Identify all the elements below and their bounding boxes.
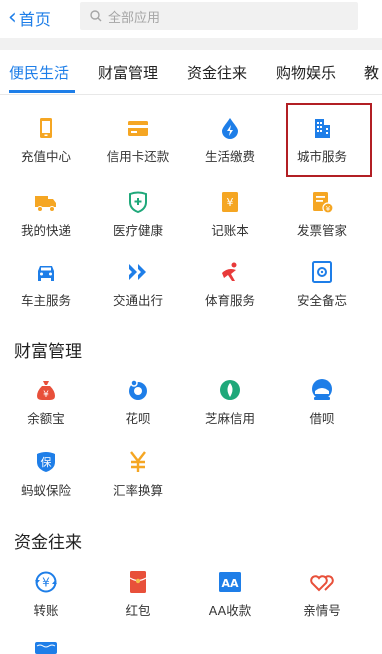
- grid-item-utilities[interactable]: 生活缴费: [184, 116, 276, 176]
- health-shield-icon: [129, 191, 147, 214]
- item-label: 借呗: [309, 411, 335, 426]
- tab-convenience[interactable]: 便民生活: [9, 62, 69, 83]
- credit-card-icon: [128, 121, 148, 136]
- item-label: 余额宝: [27, 411, 65, 426]
- item-label: 充值中心: [20, 149, 71, 164]
- grid-item-red-envelope[interactable]: 红包: [92, 570, 184, 630]
- grid-item-car-service[interactable]: 车主服务: [0, 260, 92, 320]
- grid-item-delivery[interactable]: 我的快递: [0, 190, 92, 250]
- item-label: 转账: [33, 603, 59, 618]
- svg-text:¥: ¥: [43, 390, 49, 400]
- grid-item-aa-collect[interactable]: AA AA收款: [184, 570, 276, 630]
- grid-item-exchange[interactable]: 汇率换算: [92, 450, 184, 510]
- invoice-icon: ¥: [313, 192, 334, 214]
- item-label: 芝麻信用: [204, 411, 255, 426]
- active-tab-indicator: [9, 90, 75, 93]
- item-label: 红包: [125, 603, 151, 618]
- water-drop-bolt-icon: [222, 118, 238, 139]
- chevron-left-icon: ‹: [8, 5, 17, 30]
- transfer-yen-icon: ¥: [35, 571, 57, 593]
- red-envelope-icon: [129, 571, 147, 593]
- svg-text:保: 保: [41, 455, 52, 469]
- huabei-icon: [129, 379, 147, 400]
- item-label: 安全备忘: [296, 293, 347, 308]
- grid-item-yuebao[interactable]: ¥ 余额宝: [0, 378, 92, 438]
- yen-exchange-icon: [130, 451, 146, 472]
- grid-item-sesame[interactable]: 芝麻信用: [184, 378, 276, 438]
- svg-text:¥: ¥: [42, 576, 50, 590]
- search-icon: [90, 10, 102, 22]
- item-label: 信用卡还款: [106, 149, 170, 164]
- money-bag-icon: ¥: [37, 381, 55, 400]
- search-input[interactable]: 全部应用: [80, 2, 358, 30]
- car-icon: [38, 266, 54, 281]
- family-hearts-icon: [310, 575, 334, 592]
- jiebei-icon: [312, 379, 332, 400]
- item-label: 生活缴费: [204, 149, 255, 164]
- category-tabs: 便民生活 财富管理 资金往来 购物娱乐 教: [0, 50, 382, 95]
- grid-item-transfer[interactable]: ¥ 转账: [0, 570, 92, 630]
- tab-wealth[interactable]: 财富管理: [98, 62, 158, 83]
- section-title-wealth: 财富管理: [14, 342, 82, 362]
- tab-shopping[interactable]: 购物娱乐: [276, 62, 336, 83]
- grid-item-recharge[interactable]: 充值中心: [0, 116, 92, 176]
- phone-recharge-icon: [40, 118, 52, 138]
- grid-item-huabei[interactable]: 花呗: [92, 378, 184, 438]
- grid-item-credit-card[interactable]: 信用卡还款: [92, 116, 184, 176]
- grid-item-ledger[interactable]: ¥ 记账本: [184, 190, 276, 250]
- sports-runner-icon: [222, 262, 237, 281]
- grid-item-transport[interactable]: 交通出行: [92, 260, 184, 320]
- ledger-book-icon: ¥: [222, 192, 238, 212]
- aa-collect-icon: AA: [219, 572, 241, 592]
- item-label: 亲情号: [303, 603, 341, 618]
- svg-text:AA: AA: [221, 577, 239, 590]
- double-chevron-icon: [129, 264, 146, 280]
- truck-icon: [35, 196, 56, 212]
- back-button[interactable]: ‹ 首页: [8, 4, 51, 32]
- grid-item-insurance[interactable]: 保 蚂蚁保险: [0, 450, 92, 510]
- insurance-shield-icon: 保: [37, 452, 55, 472]
- item-label: 交通出行: [112, 293, 163, 308]
- item-label: 发票管家: [296, 223, 347, 238]
- grid-item-jiebei[interactable]: 借呗: [276, 378, 368, 438]
- item-label: 花呗: [125, 411, 151, 426]
- grid-item-invoice[interactable]: ¥ 发票管家: [276, 190, 368, 250]
- grid-item-health[interactable]: 医疗健康: [92, 190, 184, 250]
- safe-memo-icon: [312, 261, 332, 283]
- back-label: 首页: [18, 10, 51, 29]
- item-label: 记账本: [211, 223, 249, 238]
- tab-funds[interactable]: 资金往来: [187, 62, 247, 83]
- grid-item-safe-memo[interactable]: 安全备忘: [276, 260, 368, 320]
- item-label: 我的快递: [20, 223, 71, 238]
- item-label: AA收款: [208, 603, 252, 618]
- item-label: 体育服务: [204, 293, 255, 308]
- section-title-funds: 资金往来: [14, 533, 82, 553]
- svg-text:¥: ¥: [227, 196, 234, 209]
- sesame-credit-icon: [220, 380, 240, 400]
- item-label: 蚂蚁保险: [20, 483, 71, 498]
- highlight-box: [286, 103, 372, 177]
- grid-item-sports[interactable]: 体育服务: [184, 260, 276, 320]
- partial-card-icon: [35, 642, 57, 654]
- top-bar: ‹ 首页 全部应用: [0, 0, 382, 38]
- svg-text:¥: ¥: [326, 205, 331, 213]
- header-divider: [0, 38, 382, 50]
- tab-education[interactable]: 教: [364, 62, 379, 83]
- item-label: 医疗健康: [112, 223, 163, 238]
- grid-item-family[interactable]: 亲情号: [276, 570, 368, 630]
- item-label: 车主服务: [20, 293, 71, 308]
- search-placeholder: 全部应用: [108, 10, 161, 26]
- item-label: 汇率换算: [112, 483, 163, 498]
